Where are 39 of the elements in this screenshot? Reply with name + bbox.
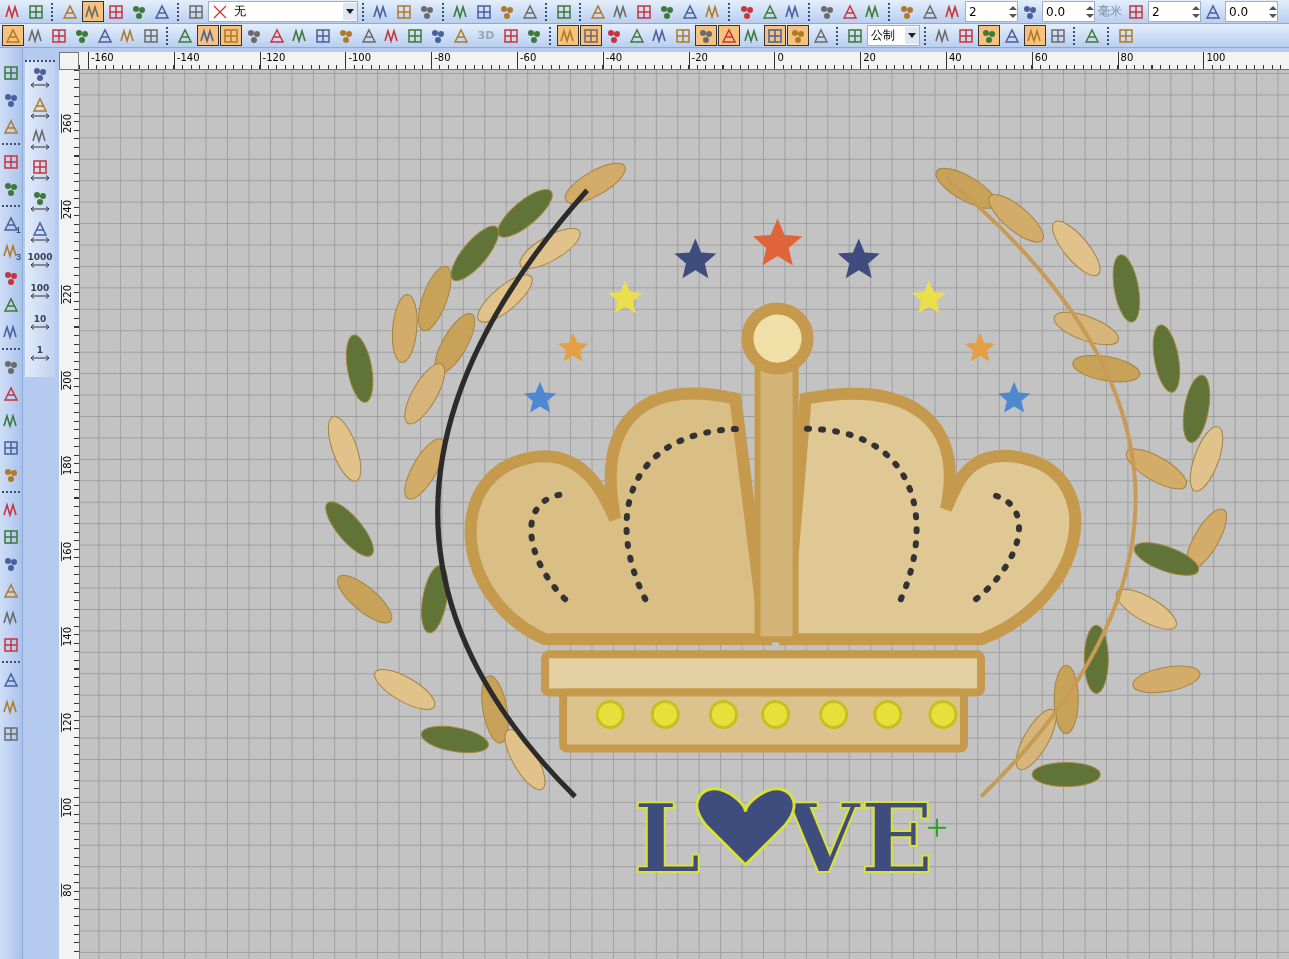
ruler-label: 120 — [61, 712, 73, 732]
ruler-label: -140 — [173, 52, 200, 69]
ruler-label: 60 — [1031, 52, 1048, 69]
ruler-label: 200 — [61, 370, 73, 390]
unit-label: 毫米 — [1097, 3, 1123, 20]
number-field[interactable]: 2 — [965, 1, 1018, 22]
dropdown-field[interactable]: 公制 — [867, 25, 920, 46]
ruler-label: -100 — [345, 52, 372, 69]
lettering-text: VE — [785, 781, 934, 895]
number-field[interactable]: 0.0 — [1225, 1, 1278, 22]
ruler-label: 100 — [1203, 52, 1226, 69]
ruler-label: -60 — [517, 52, 537, 69]
ruler-label: 160 — [61, 541, 73, 561]
number-field[interactable]: 0.0 — [1042, 1, 1095, 22]
ruler-label: 220 — [61, 285, 73, 305]
ruler-label: 20 — [860, 52, 876, 69]
ruler-label: 260 — [61, 114, 73, 134]
ruler-label: -20 — [688, 52, 708, 69]
ruler-label: 180 — [61, 456, 73, 476]
stitch-tool-button[interactable]: 1 — [1, 211, 21, 236]
ruler-label: 80 — [1117, 52, 1134, 69]
ruler-label: 0 — [774, 52, 784, 69]
step-button[interactable]: 1000 — [26, 252, 54, 280]
step-button[interactable]: 10 — [26, 314, 54, 342]
ruler-label: 80 — [61, 883, 73, 897]
ruler-label: 100 — [61, 798, 73, 818]
dropdown-field[interactable]: 无 — [208, 1, 358, 22]
ruler-label: -80 — [431, 52, 451, 69]
ruler-label: -120 — [259, 52, 286, 69]
lettering-text: L — [633, 781, 701, 895]
ruler-label: 240 — [61, 199, 73, 219]
ruler-label: 40 — [946, 52, 962, 69]
number-field[interactable]: 2 — [1148, 1, 1201, 22]
step-button[interactable]: 1 — [26, 345, 54, 373]
ruler-label: 140 — [61, 627, 73, 647]
ruler-label: -160 — [88, 52, 114, 69]
step-button[interactable]: 100 — [26, 283, 54, 311]
ruler-label: -40 — [602, 52, 623, 69]
stitch-tool-button[interactable]: 3 — [1, 238, 21, 263]
